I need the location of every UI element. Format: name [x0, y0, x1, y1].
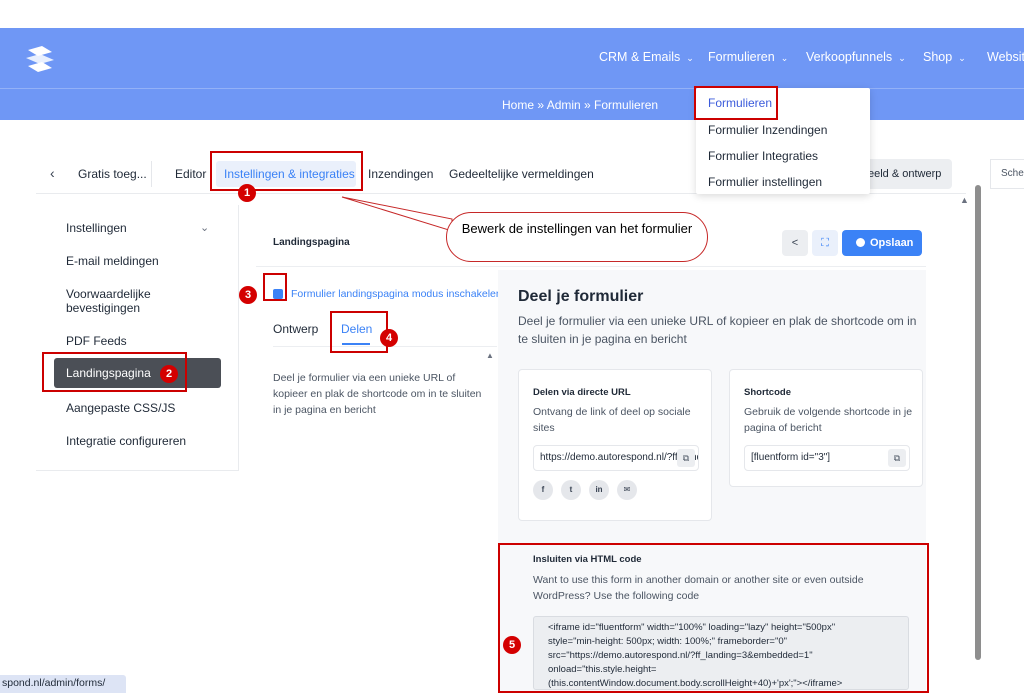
linkedin-icon[interactable]: in [589, 480, 609, 500]
tab-partial-entries[interactable]: Gedeeltelijke vermeldingen [449, 167, 594, 181]
breadcrumb[interactable]: Home » Admin » Formulieren [502, 98, 658, 112]
chevron-down-icon: ⌄ [780, 53, 789, 63]
sidebar-item-pdf[interactable]: PDF Feeds [66, 334, 127, 348]
annotation-badge-4: 4 [380, 329, 398, 347]
dropdown-item-inzendingen[interactable]: Formulier Inzendingen [708, 123, 827, 137]
scroll-up-arrow-icon[interactable]: ▲ [486, 351, 494, 360]
card-title: Shortcode [744, 387, 791, 398]
status-url: spond.nl/admin/forms/ [0, 675, 126, 693]
annotation-badge-2: 2 [160, 365, 178, 383]
right-tab[interactable]: Sche [990, 159, 1024, 189]
panel-title: Landingspagina [273, 237, 350, 248]
card-title: Delen via directe URL [533, 387, 631, 398]
nav-verkoopfunnels[interactable]: Verkoopfunnels ⌄ [806, 50, 906, 64]
nav-formulieren[interactable]: Formulieren ⌄ [708, 50, 788, 64]
copy-icon[interactable]: ⧉ [888, 449, 906, 467]
share-title: Deel je formulier [518, 288, 644, 305]
top-navbar: CRM & Emails ⌄ Formulieren ⌄ Verkoopfunnel… [0, 28, 1024, 88]
check-circle-icon [856, 238, 865, 247]
share-icon[interactable]: < [782, 230, 808, 256]
vertical-scrollbar[interactable] [975, 185, 981, 660]
chevron-left-icon[interactable]: ‹ [50, 165, 55, 181]
scroll-up-arrow-icon[interactable]: ▲ [960, 195, 969, 205]
share-description: Deel je formulier via een unieke URL of … [518, 314, 917, 346]
tab-gratis[interactable]: Gratis toeg... [78, 167, 147, 181]
nav-website[interactable]: Website [987, 50, 1024, 64]
chevron-down-icon: ⌄ [686, 53, 694, 63]
callout-pointer [341, 196, 453, 232]
delen-description: Deel je formulier via een unieke URL of … [273, 372, 482, 416]
divider [151, 161, 152, 187]
direct-url-card: Delen via directe URL Ontvang de link of… [518, 369, 712, 521]
annotation-box-dropdown [694, 86, 778, 120]
breadcrumb-bar: Home » Admin » Formulieren [0, 88, 1024, 120]
annotation-box-tab [210, 151, 363, 191]
sidebar-item-css-js[interactable]: Aangepaste CSS/JS [66, 401, 175, 415]
card-description: Ontvang de link of deel op sociale sites [533, 406, 691, 434]
tab-editor[interactable]: Editor [175, 167, 206, 181]
tab-submissions[interactable]: Inzendingen [368, 167, 433, 181]
sidebar-item-instellingen[interactable]: Instellingen [66, 221, 127, 235]
logo-icon[interactable] [22, 44, 58, 74]
shortcode-field[interactable]: [fluentform id="3"] [744, 445, 910, 471]
chevron-down-icon: ⌄ [898, 53, 906, 63]
callout-bubble: Bewerk de instellingen van het formulier [446, 212, 708, 262]
checkbox-label[interactable]: Formulier landingspagina modus inschakel… [291, 288, 502, 300]
nav-crm-emails[interactable]: CRM & Emails ⌄ [599, 50, 694, 64]
dropdown-item-integraties[interactable]: Formulier Integraties [708, 149, 818, 163]
expand-icon[interactable]: ⛶ [812, 230, 838, 256]
annotation-box-checkbox [263, 273, 287, 301]
annotation-badge-5: 5 [503, 636, 521, 654]
subtab-ontwerp[interactable]: Ontwerp [273, 322, 318, 336]
facebook-icon[interactable]: f [533, 480, 553, 500]
sidebar-item-integratie[interactable]: Integratie configureren [66, 434, 186, 448]
dropdown-item-instellingen[interactable]: Formulier instellingen [708, 175, 822, 189]
sidebar-item-email[interactable]: E-mail meldingen [66, 254, 159, 268]
card-description: Gebruik de volgende shortcode in je pagi… [744, 406, 913, 434]
sidebar-item-conditional[interactable]: Voorwaardelijke bevestigingen [66, 287, 206, 315]
annotation-box-delen [330, 311, 388, 353]
chevron-down-icon[interactable]: ⌄ [200, 221, 209, 234]
chevron-down-icon: ⌄ [958, 53, 966, 63]
annotation-badge-1: 1 [238, 184, 256, 202]
form-tabs: ‹ Gratis toeg... Editor Instellingen & i… [0, 155, 1024, 195]
save-button[interactable]: Opslaan [842, 230, 922, 256]
settings-sidebar: Instellingen ⌄ E-mail meldingen Voorwaar… [36, 205, 239, 471]
nav-shop[interactable]: Shop ⌄ [923, 50, 966, 64]
divider [256, 266, 926, 267]
shortcode-card: Shortcode Gebruik de volgende shortcode … [729, 369, 923, 487]
twitter-icon[interactable]: t [561, 480, 581, 500]
direct-url-field[interactable]: https://demo.autorespond.nl/?ff_landing=… [533, 445, 699, 471]
email-icon[interactable]: ✉ [617, 480, 637, 500]
copy-icon[interactable]: ⧉ [677, 449, 695, 467]
annotation-badge-3: 3 [239, 286, 257, 304]
annotation-box-embed [498, 543, 929, 693]
